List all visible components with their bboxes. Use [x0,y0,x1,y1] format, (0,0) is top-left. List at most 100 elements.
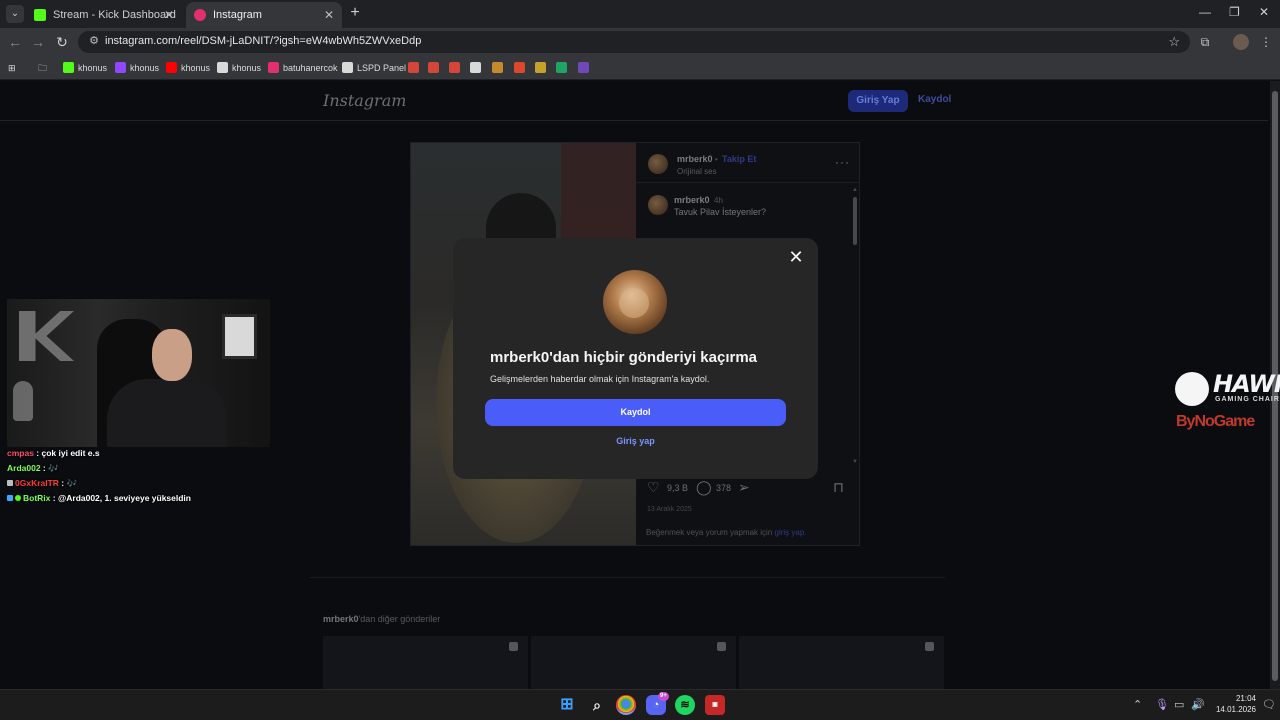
tab-instagram[interactable]: Instagram ✕ [186,2,342,28]
minimize-window-icon[interactable]: — [1199,5,1211,19]
scroll-down-icon[interactable]: ▼ [852,459,858,465]
separator-dot: • [715,155,718,164]
apps-grid-icon[interactable]: ⊞ [8,60,16,76]
header-signup-link[interactable]: Kaydol [918,94,951,105]
start-windows-icon[interactable]: ⊞ [557,695,577,715]
bot-badge-icon [7,495,13,501]
browser-toolbar: ← → ↻ ⚙ instagram.com/reel/DSM-jLaDNIT/?… [0,28,1280,56]
comment-avatar[interactable] [648,195,668,215]
grid-post-2[interactable] [531,636,736,689]
document-icon [470,62,481,73]
mod-badge-icon [7,480,13,486]
url-text[interactable]: instagram.com/reel/DSM-jLaDNIT/?igsh=eW4… [105,35,421,47]
bookmark-game-1[interactable] [492,60,507,76]
bookmark-lspd[interactable]: LSPD Panel [342,60,406,76]
scroll-up-icon[interactable]: ▲ [852,187,858,193]
bookmark-sheets[interactable] [556,60,571,76]
bookmark-star-icon[interactable]: ☆ [1168,34,1180,50]
more-posts-heading: mrberk0'dan diğer gönderiler [323,614,440,624]
forms-icon [578,62,589,73]
audio-label[interactable]: Orijinal ses [677,167,717,176]
volume-icon[interactable]: 🔊 [1191,698,1205,711]
tab-kick-dashboard[interactable]: Stream - Kick Dashboard ✕ [26,2,182,28]
back-arrow-icon[interactable]: ← [6,33,24,51]
spotify-app-icon[interactable]: ≋ [675,695,695,715]
comment-time: 4h [714,196,723,205]
tray-chevron-up-icon[interactable]: ⌃ [1133,698,1142,711]
scrollbar-thumb[interactable] [853,197,857,245]
author-avatar[interactable] [648,154,668,174]
chat-message: 0GxKralTR : 🎶 [7,478,267,493]
save-bookmark-icon[interactable]: ⊓ [833,479,844,496]
modal-title: mrberk0'dan hiçbir gönderiyi kaçırma [490,349,757,366]
grid-post-3[interactable] [739,636,944,689]
comment-text: Tavuk Pilav İsteyenler? [674,207,767,217]
close-tab-icon[interactable]: ✕ [324,2,334,28]
signup-button[interactable]: Kaydol [485,399,786,426]
game-icon [535,62,546,73]
bookmark-label: khonus [130,63,160,73]
like-heart-icon[interactable]: ♡ [647,479,660,496]
like-count: 9,3 B [667,483,689,493]
webcam-overlay [7,299,270,447]
restore-window-icon[interactable]: ❐ [1229,5,1240,19]
bookmark-gmail-2[interactable] [428,60,443,76]
browser-menu-icon[interactable]: ⋮ [1258,34,1274,50]
close-icon[interactable]: ✕ [787,248,805,266]
microphone-icon[interactable]: 🎙 [1155,698,1169,711]
lspd-icon [342,62,353,73]
bookmark-kick[interactable]: khonus [63,60,107,76]
chat-username: cmpas [7,448,34,458]
comment-login-link[interactable]: giriş yap. [775,528,807,537]
login-link[interactable]: Giriş yap [453,436,818,446]
streamer-head [152,329,192,381]
bookmark-game-3[interactable] [535,60,550,76]
header-login-button[interactable]: Giriş Yap [848,90,908,112]
reel-icon [717,642,726,651]
share-icon[interactable]: ➢ [738,479,750,496]
grid-post-1[interactable] [323,636,528,689]
more-posts-user[interactable]: mrberk0 [323,614,359,624]
chrome-app-icon[interactable] [616,695,636,715]
profile-avatar[interactable] [1233,34,1249,50]
bookmark-youtube[interactable]: khonus [166,60,210,76]
comment-bubble-icon[interactable]: ◯ [696,479,712,496]
close-tab-icon[interactable]: ✕ [164,2,174,28]
bookmark-doc[interactable] [470,60,485,76]
comment-count: 378 [716,483,732,493]
chat-text: 🎶 [66,478,78,488]
clock-time: 21:04 [1235,694,1256,703]
site-info-icon[interactable]: ⚙ [86,34,102,50]
folder-icon[interactable]: 🗀 [38,60,47,76]
new-tab-button[interactable]: + [346,4,364,22]
bookmark-forms[interactable] [578,60,593,76]
extensions-icon[interactable]: ⧉ [1197,34,1213,50]
reload-icon[interactable]: ↻ [53,33,71,51]
browser-tab-strip: ⌄ Stream - Kick Dashboard ✕ Instagram ✕ … [0,0,1280,28]
instagram-logo[interactable]: Instagram [323,91,406,110]
address-bar[interactable]: ⚙ instagram.com/reel/DSM-jLaDNIT/?igsh=e… [78,31,1190,53]
chat-text: @Arda002, 1. seviyeye yükseldin [57,493,191,503]
system-clock[interactable]: 21:04 14.01.2026 [1208,693,1256,715]
bookmark-game-2[interactable] [514,60,529,76]
notifications-icon[interactable]: 🗨 [1262,698,1276,711]
discord-app-icon[interactable]: ◔ 9+ [646,692,669,715]
author-username[interactable]: mrberk0 [677,154,713,164]
comments-scrollbar[interactable]: ▲ ▼ [852,187,858,467]
search-icon[interactable]: ⌕ [587,695,607,715]
close-window-icon[interactable]: ✕ [1259,5,1269,19]
tab-search-chevron-icon[interactable]: ⌄ [6,5,24,23]
more-posts-suffix: 'dan diğer gönderiler [358,614,441,624]
bookmark-twitch[interactable]: khonus [115,60,159,76]
more-options-icon[interactable]: ··· [835,155,850,169]
bookmark-instagram[interactable]: batuhanercok [268,60,338,76]
stream-app-icon[interactable]: ▣ [705,695,725,715]
forward-arrow-icon[interactable]: → [29,33,47,51]
bookmark-x[interactable]: khonus [217,60,261,76]
bookmark-gmail-1[interactable] [408,60,423,76]
bookmark-gmail-3[interactable] [449,60,464,76]
follow-button[interactable]: Takip Et [722,154,756,164]
bookmark-label: khonus [232,63,262,73]
network-icon[interactable]: ▭ [1174,698,1184,711]
comment-username[interactable]: mrberk0 [674,195,710,205]
